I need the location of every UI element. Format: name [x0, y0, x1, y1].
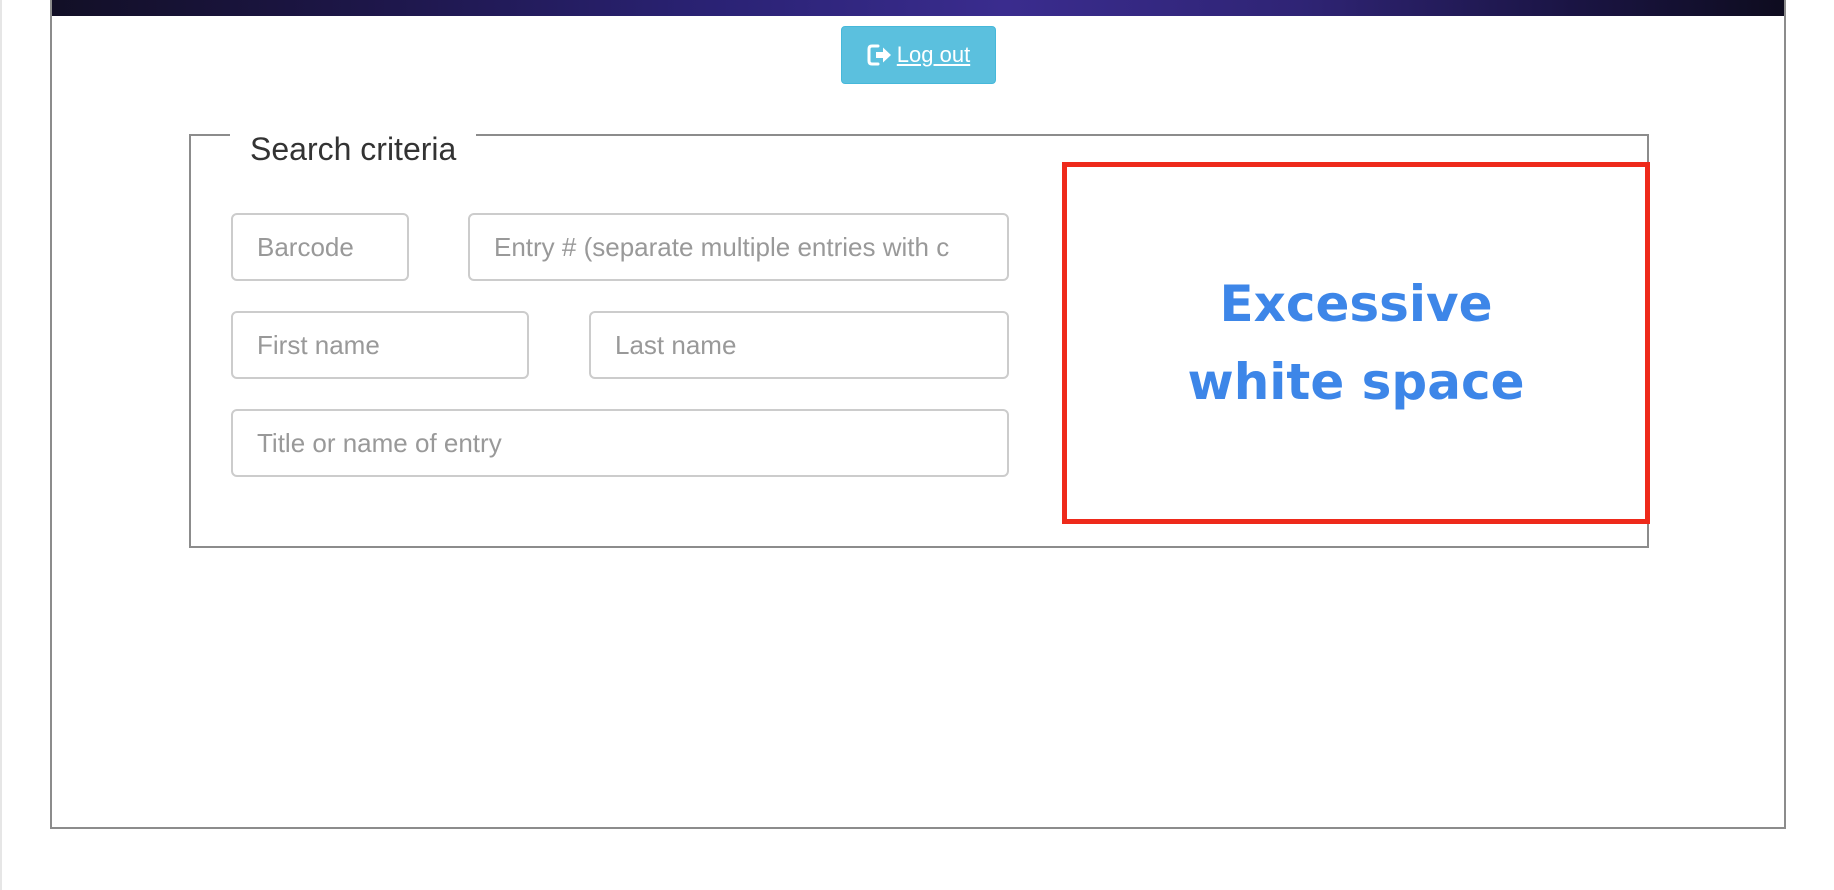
- annotation-callout-box: Excessive white space: [1062, 162, 1650, 524]
- last-name-input[interactable]: [589, 311, 1009, 379]
- screenshot-stage: Log out Search criteria Excessive white …: [0, 0, 1834, 890]
- entry-title-input[interactable]: [231, 409, 1009, 477]
- sign-out-icon: [867, 43, 893, 67]
- logout-label: Log out: [896, 42, 971, 67]
- entry-number-input[interactable]: [468, 213, 1009, 281]
- first-name-input[interactable]: [231, 311, 529, 379]
- header-banner-image: [52, 0, 1784, 16]
- logout-button[interactable]: Log out: [841, 26, 996, 84]
- window-left-edge: [0, 0, 2, 890]
- annotation-text: Excessive white space: [1187, 275, 1525, 411]
- barcode-input[interactable]: [231, 213, 409, 281]
- search-criteria-legend: Search criteria: [230, 128, 477, 170]
